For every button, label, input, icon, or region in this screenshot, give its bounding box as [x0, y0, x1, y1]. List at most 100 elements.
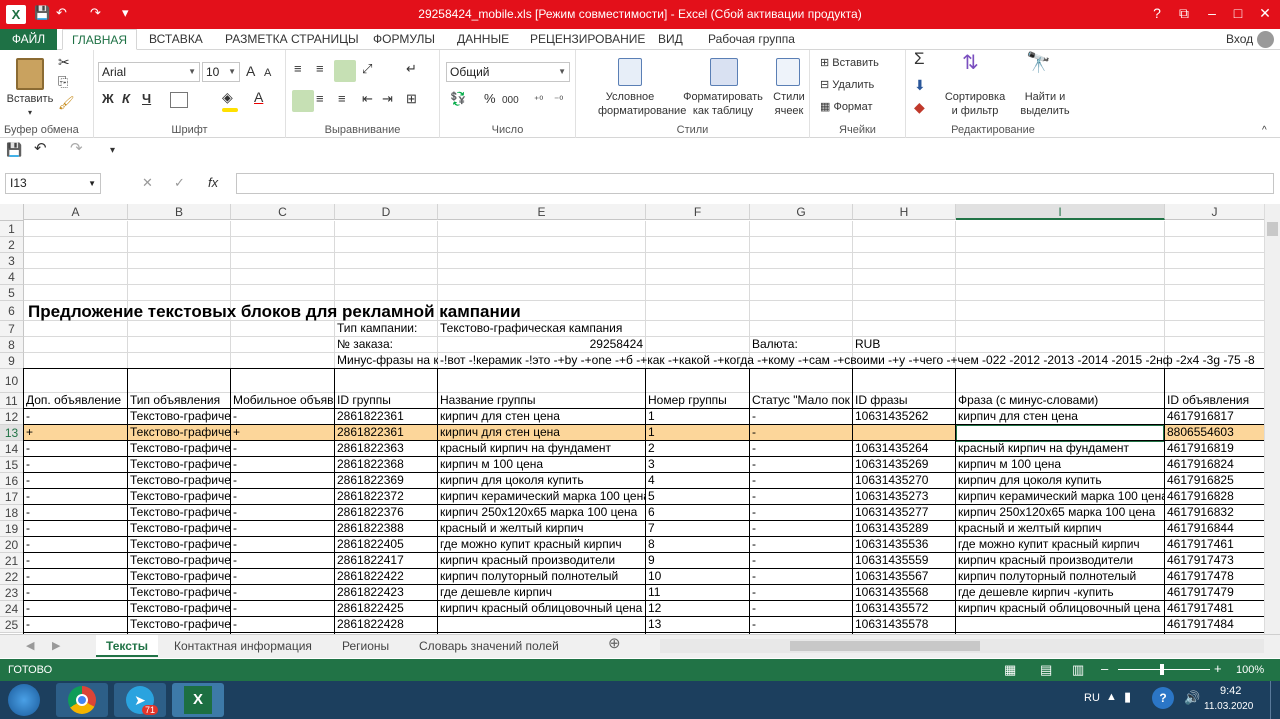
table-cell[interactable]: 2861822361: [335, 425, 437, 441]
table-cell[interactable]: -: [750, 505, 852, 521]
table-cell[interactable]: Текстово-графиче: [128, 601, 230, 617]
spreadsheet-grid[interactable]: A B C D E F G H I J 1 2 3 4 5 6 7 8 9 10 11 12 13 14 15 16 17 18 19 2…: [0, 204, 1280, 634]
binoculars-icon[interactable]: 🔭: [1026, 53, 1051, 73]
table-cell[interactable]: -: [24, 409, 127, 425]
row-header[interactable]: 1: [0, 221, 24, 237]
column-header[interactable]: H: [853, 204, 956, 220]
table-cell[interactable]: кирпич полуторный полнотелый: [438, 569, 645, 585]
table-cell[interactable]: 10631435277: [853, 505, 955, 521]
table-cell[interactable]: 4617916817: [1165, 409, 1264, 425]
table-cell[interactable]: -: [24, 505, 127, 521]
tab-insert[interactable]: ВСТАВКА: [149, 29, 203, 50]
row-header[interactable]: 8: [0, 337, 24, 353]
normal-view-icon[interactable]: ▦: [1004, 662, 1016, 678]
horizontal-scrollbar[interactable]: [660, 639, 1264, 653]
tab-review[interactable]: РЕЦЕНЗИРОВАНИЕ: [530, 29, 645, 50]
table-cell[interactable]: 10631435567: [853, 569, 955, 585]
table-cell[interactable]: 10631435536: [853, 537, 955, 553]
italic-button[interactable]: К: [122, 92, 130, 106]
cancel-icon[interactable]: ✕: [142, 176, 153, 190]
table-cell[interactable]: 10631435578: [853, 617, 955, 633]
sheet-tab-contacts[interactable]: Контактная информация: [164, 635, 322, 657]
align-middle-icon[interactable]: ≡: [316, 62, 324, 76]
table-cell[interactable]: -: [24, 617, 127, 633]
table-cell[interactable]: Текстово-графиче: [128, 489, 230, 505]
table-cell[interactable]: Текстово-графиче: [128, 425, 230, 441]
row-header[interactable]: 25: [0, 617, 24, 633]
scroll-tabs-right-icon[interactable]: ▶: [52, 639, 60, 653]
table-cell[interactable]: -: [24, 441, 127, 457]
sheet-tab-regions[interactable]: Регионы: [332, 635, 399, 657]
table-cell[interactable]: 2861822361: [335, 409, 437, 425]
sheet-tab-dictionary[interactable]: Словарь значений полей: [409, 635, 569, 657]
insert-cells-button[interactable]: ⊞ Вставить: [820, 56, 879, 70]
table-cell[interactable]: -: [231, 505, 334, 521]
format-cells-button[interactable]: ▦ Формат: [820, 100, 873, 114]
table-cell[interactable]: Текстово-графиче: [128, 537, 230, 553]
table-cell[interactable]: -: [231, 537, 334, 553]
delete-cells-button[interactable]: ⊟ Удалить: [820, 78, 874, 92]
table-cell[interactable]: -: [24, 585, 127, 601]
table-cell[interactable]: -: [750, 537, 852, 553]
table-cell[interactable]: 4617917461: [1165, 537, 1264, 553]
table-cell[interactable]: кирпич красный облицовочный цена: [438, 601, 645, 617]
table-cell[interactable]: -: [24, 457, 127, 473]
autosum-button[interactable]: Σ: [914, 50, 925, 67]
show-desktop-button[interactable]: [1270, 681, 1280, 719]
paste-button[interactable]: Вставить: [4, 92, 56, 106]
column-header[interactable]: D: [335, 204, 438, 220]
row-header[interactable]: 4: [0, 269, 24, 285]
font-size-dropdown[interactable]: 10 ▼: [202, 62, 240, 82]
format-as-table-icon[interactable]: [710, 58, 738, 86]
column-header[interactable]: A: [24, 204, 128, 220]
table-cell[interactable]: 2: [646, 441, 749, 457]
table-cell[interactable]: -: [750, 441, 852, 457]
help-button[interactable]: ?: [1143, 5, 1171, 21]
clock-time[interactable]: 9:42: [1220, 685, 1241, 697]
table-cell[interactable]: -: [750, 489, 852, 505]
zoom-out-icon[interactable]: –: [1101, 661, 1108, 676]
conditional-formatting-button[interactable]: Условное форматирование: [598, 90, 686, 118]
table-cell[interactable]: 4617916828: [1165, 489, 1264, 505]
minimize-button[interactable]: –: [1198, 5, 1226, 21]
row-header[interactable]: 22: [0, 569, 24, 585]
table-cell[interactable]: -: [750, 473, 852, 489]
undo-icon[interactable]: ↶: [56, 5, 67, 21]
table-cell[interactable]: 8: [646, 537, 749, 553]
format-painter-icon[interactable]: 🖌: [58, 96, 75, 110]
table-cell[interactable]: 4617916819: [1165, 441, 1264, 457]
name-box[interactable]: I13 ▼: [5, 173, 101, 194]
row-header[interactable]: 10: [0, 369, 24, 393]
table-cell[interactable]: 2861822423: [335, 585, 437, 601]
redo-icon[interactable]: ↷: [70, 141, 83, 156]
redo-icon[interactable]: ↷: [90, 5, 101, 21]
table-cell[interactable]: 10631435269: [853, 457, 955, 473]
sheet-tab-texts[interactable]: Тексты: [96, 635, 159, 657]
table-cell[interactable]: -: [24, 569, 127, 585]
table-cell[interactable]: красный кирпич на фундамент: [956, 441, 1164, 457]
table-cell[interactable]: 4617916825: [1165, 473, 1264, 489]
chevron-down-icon[interactable]: ▾: [26, 106, 34, 120]
table-cell[interactable]: 2861822372: [335, 489, 437, 505]
add-sheet-icon[interactable]: ⊕: [608, 636, 621, 651]
column-header[interactable]: B: [128, 204, 231, 220]
table-cell[interactable]: -: [24, 489, 127, 505]
table-cell[interactable]: 13: [646, 617, 749, 633]
start-button-icon[interactable]: [8, 684, 40, 716]
table-cell[interactable]: 4617916844: [1165, 521, 1264, 537]
merge-cells-icon[interactable]: ⊞: [406, 92, 417, 106]
table-cell[interactable]: красный кирпич на фундамент: [438, 441, 645, 457]
table-cell[interactable]: 8806554603: [1165, 425, 1264, 441]
table-cell[interactable]: 4: [646, 473, 749, 489]
row-header[interactable]: 14: [0, 441, 24, 457]
orientation-icon[interactable]: ⤢: [362, 62, 372, 76]
table-cell[interactable]: 6: [646, 505, 749, 521]
decrease-decimal-icon[interactable]: ⁻⁰: [554, 94, 563, 108]
row-header[interactable]: 19: [0, 521, 24, 537]
align-top-icon[interactable]: ≡: [294, 62, 302, 76]
row-header[interactable]: 12: [0, 409, 24, 425]
cell-styles-icon[interactable]: [776, 58, 800, 86]
help-icon[interactable]: ?: [1152, 687, 1174, 709]
volume-icon[interactable]: 🔊: [1184, 690, 1200, 706]
shrink-font-button[interactable]: A: [264, 66, 271, 80]
